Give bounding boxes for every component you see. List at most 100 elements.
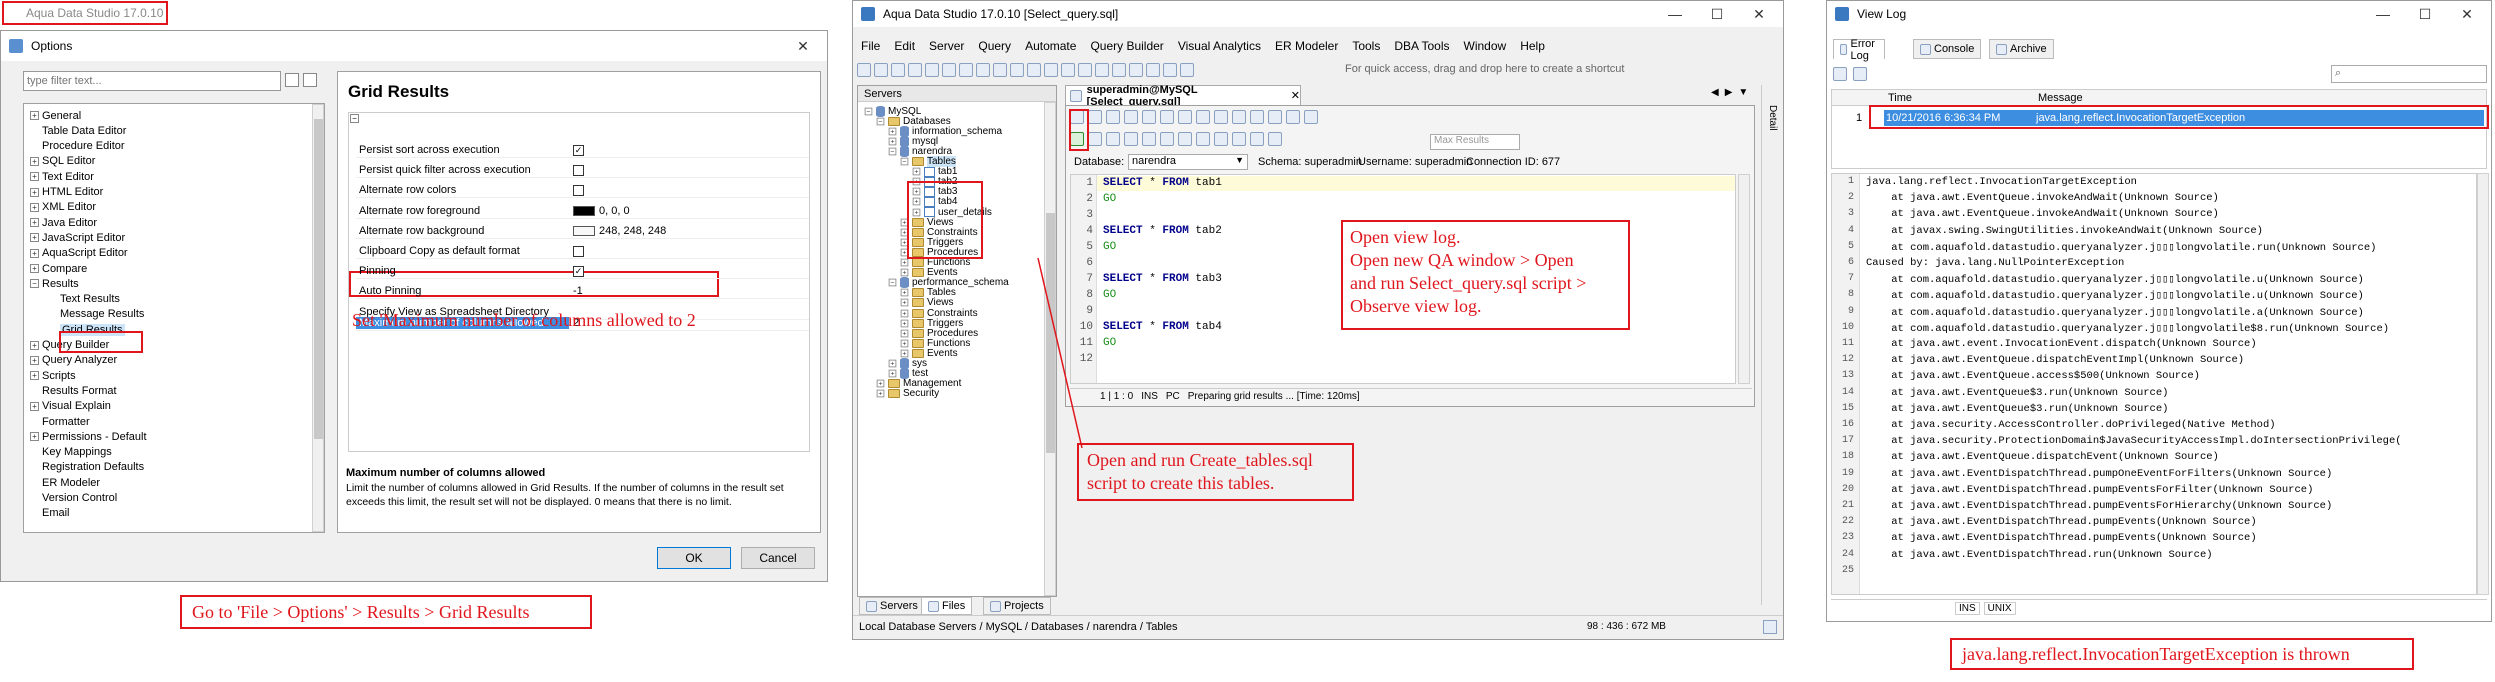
expand-icon[interactable]: +: [30, 340, 39, 350]
server-tree-item[interactable]: + Events: [900, 348, 958, 359]
property-value[interactable]: [569, 164, 809, 176]
menu-item[interactable]: Query Builder: [1090, 39, 1163, 53]
expand-icon[interactable]: −: [30, 279, 39, 289]
editor-paste-icon[interactable]: [1232, 110, 1246, 124]
editor-redo-icon[interactable]: [1268, 110, 1282, 124]
color-swatch[interactable]: [573, 225, 595, 236]
expand-icon[interactable]: +: [30, 172, 39, 182]
expand-icon[interactable]: −: [888, 147, 897, 156]
property-value[interactable]: 0, 0, 0: [569, 205, 809, 217]
clear-log-icon[interactable]: [1853, 67, 1867, 81]
log-search-input[interactable]: [2331, 65, 2487, 83]
expand-icon[interactable]: +: [900, 339, 909, 348]
expand-icon[interactable]: −: [900, 157, 909, 166]
server-tree-item[interactable]: + information_schema: [888, 125, 1002, 137]
options-tree-item[interactable]: +Table Data Editor: [30, 123, 126, 138]
server-tree-item[interactable]: + Events: [900, 267, 958, 278]
options-tree-item[interactable]: +Key Mappings: [30, 445, 112, 460]
toolbar-tools-icon[interactable]: [1163, 63, 1177, 77]
max-results-input[interactable]: Max Results: [1430, 134, 1520, 150]
expand-icon[interactable]: +: [912, 167, 921, 176]
server-tree-item[interactable]: + Triggers: [900, 318, 963, 329]
maximize-icon[interactable]: ☐: [2405, 1, 2445, 27]
editor-undo-icon[interactable]: [1250, 110, 1264, 124]
toolbar-server-icon[interactable]: [976, 63, 990, 77]
toolbar-open-icon[interactable]: [874, 63, 888, 77]
editor-copy-icon[interactable]: [1214, 110, 1228, 124]
property-value[interactable]: [569, 184, 809, 196]
expand-icon[interactable]: +: [900, 299, 909, 307]
log-tab-error-log[interactable]: Error Log: [1833, 38, 1886, 62]
expand-icon[interactable]: +: [30, 355, 39, 365]
expand-icon[interactable]: +: [30, 156, 39, 166]
servers-scrollbar[interactable]: [1044, 102, 1056, 596]
expand-icon[interactable]: +: [900, 258, 909, 267]
property-value[interactable]: 248, 248, 248: [569, 225, 809, 237]
options-tree-item[interactable]: + AquaScript Editor: [30, 246, 128, 261]
property-value[interactable]: -1: [569, 285, 809, 297]
expand-icon[interactable]: +: [888, 369, 897, 378]
format-icon[interactable]: [1232, 132, 1246, 146]
collapse-all-icon[interactable]: [303, 73, 317, 87]
toolbar-save-icon[interactable]: [891, 63, 905, 77]
tab-prev-icon[interactable]: ◀: [1711, 87, 1719, 98]
close-icon[interactable]: ✕: [2447, 1, 2487, 27]
options-tree-item[interactable]: + Permissions - Default: [30, 429, 147, 444]
servers-scrollbar-thumb[interactable]: [1046, 213, 1055, 453]
bottom-tab-servers[interactable]: Servers: [859, 597, 925, 615]
explain-icon[interactable]: [1106, 132, 1120, 146]
stop-icon[interactable]: [1124, 132, 1138, 146]
server-tree-item[interactable]: + Functions: [900, 257, 970, 268]
menu-item[interactable]: Visual Analytics: [1178, 39, 1261, 53]
maximize-icon[interactable]: ☐: [1697, 1, 1737, 27]
expand-all-icon[interactable]: [285, 73, 299, 87]
options-tree-item[interactable]: +Email: [30, 506, 70, 521]
expand-icon[interactable]: +: [30, 264, 39, 273]
auto-commit-icon[interactable]: [1214, 132, 1228, 146]
options-tree-item[interactable]: + HTML Editor: [30, 185, 103, 200]
property-value[interactable]: ✓: [569, 265, 809, 277]
toolbar-export-icon[interactable]: [1129, 63, 1143, 77]
log-tab-console[interactable]: Console: [1913, 39, 1982, 59]
layout-icon[interactable]: [1250, 132, 1264, 146]
options-tree-item[interactable]: + Text Editor: [30, 169, 94, 184]
bottom-tab-projects[interactable]: Projects: [983, 597, 1051, 615]
expand-icon[interactable]: +: [876, 389, 885, 398]
expand-icon[interactable]: +: [30, 371, 39, 381]
server-tree-item[interactable]: + test: [888, 368, 928, 380]
menu-item[interactable]: Help: [1520, 39, 1545, 53]
minimize-icon[interactable]: —: [1655, 1, 1695, 27]
server-tree-item[interactable]: + sys: [888, 358, 927, 369]
expand-icon[interactable]: +: [888, 137, 897, 146]
tab-close-icon[interactable]: ✕: [1291, 89, 1300, 102]
bottom-tab-files[interactable]: Files: [921, 597, 973, 615]
toolbar-table-icon[interactable]: [1044, 63, 1058, 77]
property-checkbox[interactable]: [573, 245, 584, 257]
server-tree-item[interactable]: + tab1: [912, 166, 957, 177]
expand-icon[interactable]: −: [876, 117, 885, 125]
options-tree-item[interactable]: +Registration Defaults: [30, 460, 144, 475]
editor-cut-icon[interactable]: [1196, 110, 1210, 124]
server-tree-item[interactable]: + Procedures: [900, 328, 978, 339]
options-tree-item[interactable]: + JavaScript Editor: [30, 230, 125, 245]
options-tree-item[interactable]: +Message Results: [48, 307, 144, 322]
copy-log-icon[interactable]: [1833, 67, 1847, 81]
filter-input[interactable]: [23, 71, 281, 91]
expand-icon[interactable]: +: [900, 309, 909, 317]
server-tree-item[interactable]: − narendra: [888, 145, 952, 157]
options-tree-item[interactable]: + Scripts: [30, 368, 76, 383]
options-tree-item[interactable]: +Formatter: [30, 414, 90, 429]
commit-icon[interactable]: [1142, 132, 1156, 146]
menu-item[interactable]: DBA Tools: [1394, 39, 1449, 53]
expand-icon[interactable]: +: [30, 202, 39, 212]
minimize-icon[interactable]: —: [2363, 1, 2403, 27]
menu-item[interactable]: Automate: [1025, 39, 1076, 53]
expand-icon[interactable]: −: [888, 278, 897, 287]
options-tree-item[interactable]: +Text Results: [48, 292, 120, 307]
toolbar-cut-icon[interactable]: [925, 63, 939, 77]
server-tree-item[interactable]: + mysql: [888, 135, 938, 147]
property-row[interactable]: Alternate row background 248, 248, 248: [356, 224, 809, 239]
expand-icon[interactable]: +: [900, 329, 909, 338]
property-checkbox[interactable]: ✓: [573, 144, 584, 156]
stack-scrollbar[interactable]: [2477, 173, 2489, 595]
